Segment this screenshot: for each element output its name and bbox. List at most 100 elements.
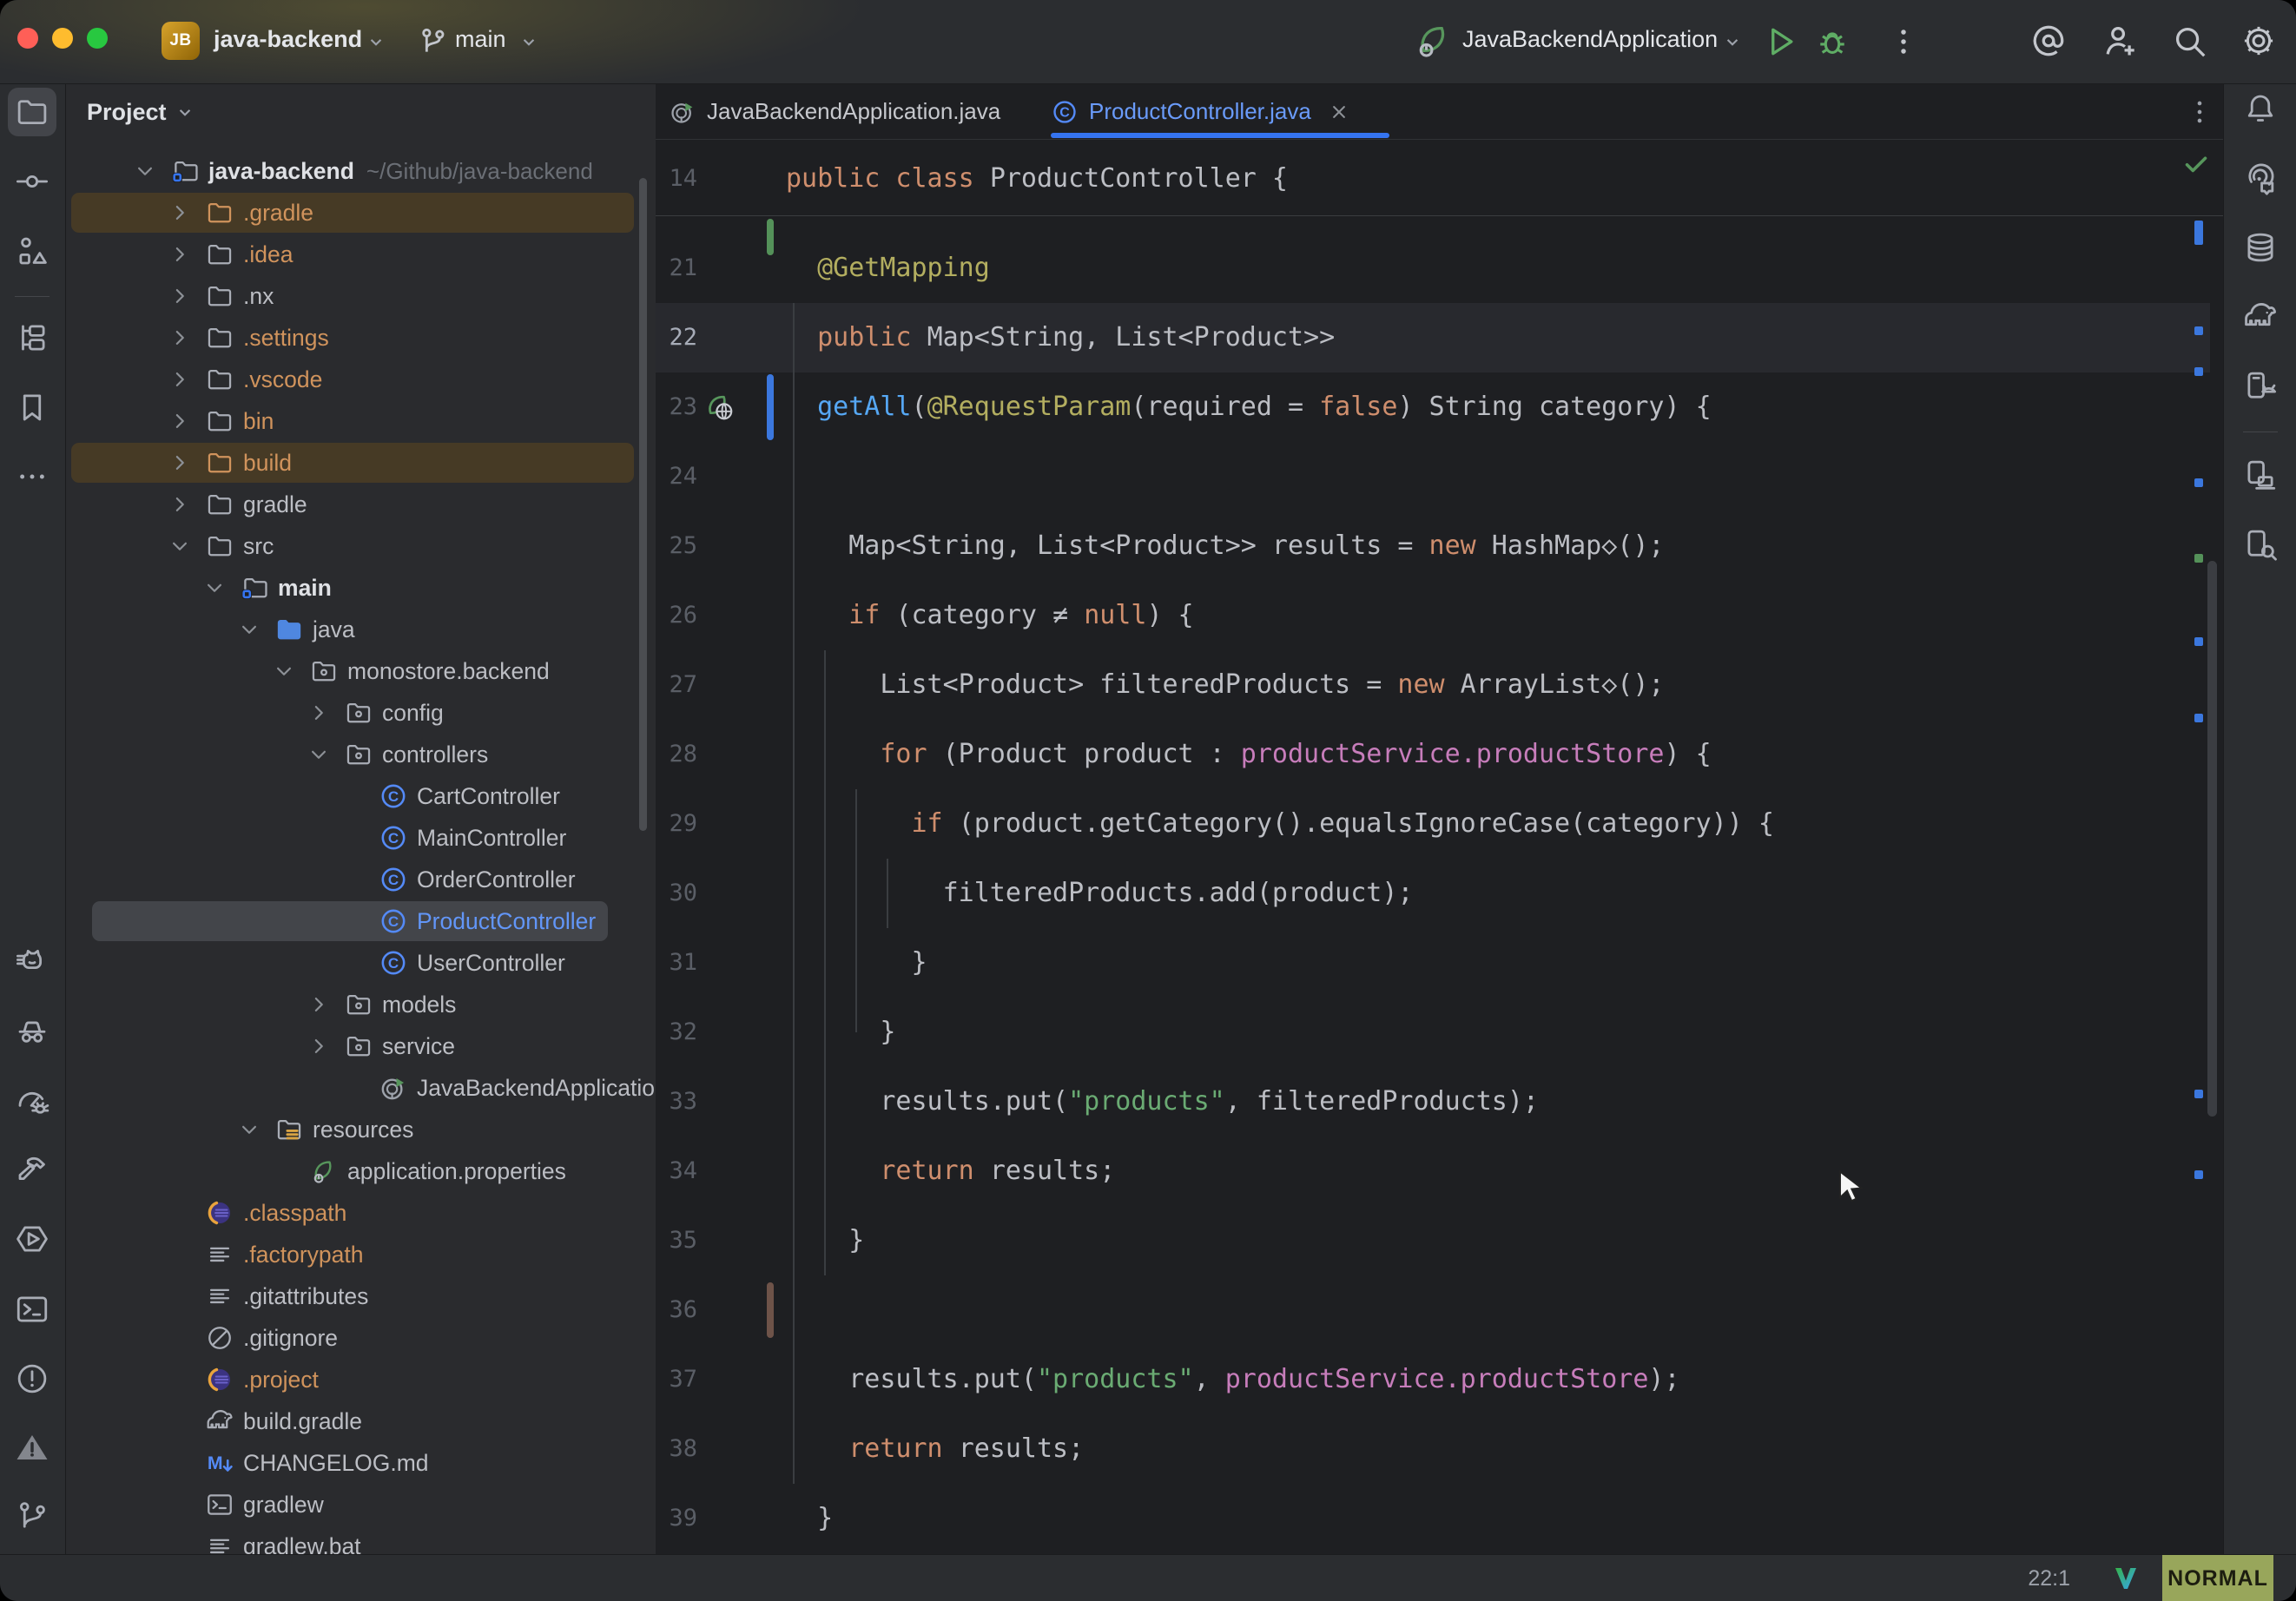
chevron-down-icon[interactable] <box>236 609 262 650</box>
tree-row-.project[interactable]: .project <box>66 1359 656 1400</box>
code-line-30[interactable]: filteredProducts.add(product); <box>786 859 1413 928</box>
tree-row-CHANGELOG.md[interactable]: MCHANGELOG.md <box>66 1442 656 1484</box>
code-line-28[interactable]: for (Product product : productService.pr… <box>786 720 1712 789</box>
line-number-35[interactable]: 35 <box>656 1206 697 1275</box>
tree-row-build.gradle[interactable]: build.gradle <box>66 1400 656 1442</box>
stripe-mark-blue[interactable] <box>2194 221 2203 245</box>
caret-position-widget[interactable]: 22:1 <box>2028 1555 2070 1601</box>
tree-row-gradle[interactable]: gradle <box>66 484 656 525</box>
tool-window-button-device-manager[interactable] <box>2236 362 2285 411</box>
stripe-mark-blue[interactable] <box>2194 714 2203 722</box>
search-icon[interactable] <box>2169 21 2209 61</box>
line-number-23[interactable]: 23 <box>656 372 697 442</box>
tree-row-.nx[interactable]: .nx <box>66 275 656 317</box>
tree-row-ProductController[interactable]: CProductController <box>66 900 656 942</box>
tree-row-.gitignore[interactable]: .gitignore <box>66 1317 656 1359</box>
sticky-line[interactable]: 14public class ProductController { <box>656 142 2223 216</box>
tree-row-controllers[interactable]: controllers <box>66 734 656 775</box>
tree-row-src[interactable]: src <box>66 525 656 567</box>
tool-window-button-version-control[interactable] <box>8 1492 56 1540</box>
code-line-32[interactable]: } <box>786 998 895 1067</box>
tree-row-.vscode[interactable]: .vscode <box>66 359 656 400</box>
stripe-mark-blue[interactable] <box>2194 637 2203 646</box>
stripe-mark-blue[interactable] <box>2194 367 2203 376</box>
tree-row-OrderController[interactable]: COrderController <box>66 859 656 900</box>
stripe-mark-blue[interactable] <box>2194 326 2203 335</box>
line-number-36[interactable]: 36 <box>656 1275 697 1345</box>
tree-row-.classpath[interactable]: .classpath <box>66 1192 656 1234</box>
line-number-34[interactable]: 34 <box>656 1137 697 1206</box>
line-number-31[interactable]: 31 <box>656 928 697 998</box>
tree-row-config[interactable]: config <box>66 692 656 734</box>
tool-window-button-problems[interactable] <box>8 1354 56 1403</box>
tool-window-button-more-tool-windows[interactable] <box>8 452 56 501</box>
ideavim-icon[interactable] <box>2112 1565 2140 1592</box>
tool-window-button-ai-plugin[interactable] <box>8 939 56 987</box>
code-line-29[interactable]: if (product.getCategory().equalsIgnoreCa… <box>786 789 1774 859</box>
settings-gear-icon[interactable] <box>2239 21 2279 61</box>
close-window-button[interactable] <box>17 28 38 49</box>
tool-window-button-ai-assistant[interactable] <box>2236 154 2285 202</box>
line-number-39[interactable]: 39 <box>656 1484 697 1553</box>
code-line-38[interactable]: return results; <box>786 1414 1084 1484</box>
tree-row-models[interactable]: models <box>66 984 656 1025</box>
inspections-ok-check-icon[interactable] <box>2181 148 2212 180</box>
tool-window-button-profiler[interactable] <box>8 1077 56 1126</box>
chevron-down-icon[interactable] <box>271 650 297 692</box>
code-line-21[interactable]: @GetMapping <box>786 234 990 303</box>
code-line-25[interactable]: Map<String, List<Product>> results = new… <box>786 511 1664 581</box>
chevron-down-icon[interactable] <box>236 1109 262 1150</box>
close-tab-icon[interactable] <box>1327 100 1351 124</box>
ai-assistant-icon[interactable] <box>2029 21 2068 61</box>
line-number-33[interactable]: 33 <box>656 1067 697 1137</box>
project-logo[interactable]: JB <box>162 22 200 60</box>
chevron-right-icon[interactable] <box>306 1025 332 1067</box>
line-number-21[interactable]: 21 <box>656 234 697 303</box>
code-line-27[interactable]: List<Product> filteredProducts = new Arr… <box>786 650 1664 720</box>
run-icon[interactable] <box>1761 23 1799 61</box>
project-tree-scrollbar[interactable] <box>639 178 647 831</box>
tree-row-build[interactable]: build <box>66 442 656 484</box>
tool-window-button-terminal[interactable] <box>8 1285 56 1334</box>
chevron-down-icon[interactable] <box>132 150 158 192</box>
code-line-39[interactable]: } <box>786 1484 833 1553</box>
tree-row-UserController[interactable]: CUserController <box>66 942 656 984</box>
tree-row-CartController[interactable]: CCartController <box>66 775 656 817</box>
tool-window-button-project[interactable] <box>8 88 56 136</box>
tree-row-service[interactable]: service <box>66 1025 656 1067</box>
tree-row-JavaBackendApplication[interactable]: JavaBackendApplication <box>66 1067 656 1109</box>
tree-row-java[interactable]: java <box>66 609 656 650</box>
chevron-right-icon[interactable] <box>306 984 332 1025</box>
zoom-window-button[interactable] <box>87 28 108 49</box>
line-number-32[interactable]: 32 <box>656 998 697 1067</box>
line-number-30[interactable]: 30 <box>656 859 697 928</box>
tree-row-gradlew[interactable]: gradlew <box>66 1484 656 1525</box>
request-mapping-icon[interactable] <box>704 392 736 423</box>
chevron-down-icon[interactable] <box>306 734 332 775</box>
add-user-icon[interactable] <box>2100 21 2140 61</box>
tool-window-button-private-mode[interactable] <box>8 1005 56 1054</box>
project-switcher[interactable]: java-backend <box>214 26 362 53</box>
tree-row-MainController[interactable]: CMainController <box>66 817 656 859</box>
tool-window-button-database[interactable] <box>2236 223 2285 272</box>
line-number-29[interactable]: 29 <box>656 789 697 859</box>
chevron-right-icon[interactable] <box>167 442 193 484</box>
line-number-28[interactable]: 28 <box>656 720 697 789</box>
chevron-right-icon[interactable] <box>306 692 332 734</box>
run-configuration-selector[interactable]: JavaBackendApplication <box>1462 26 1718 53</box>
code-line-23[interactable]: getAll(@RequestParam(required = false) S… <box>786 372 1712 442</box>
code-line-35[interactable]: } <box>786 1206 864 1275</box>
debug-icon[interactable] <box>1813 23 1851 61</box>
chevron-right-icon[interactable] <box>167 275 193 317</box>
chevron-right-icon[interactable] <box>167 234 193 275</box>
line-number-25[interactable]: 25 <box>656 511 697 581</box>
code-line-33[interactable]: results.put("products", filteredProducts… <box>786 1067 1539 1137</box>
tree-row-.gradle[interactable]: .gradle <box>66 192 656 234</box>
tool-window-button-services[interactable] <box>8 1215 56 1263</box>
code-line-26[interactable]: if (category ≠ null) { <box>786 581 1194 650</box>
tree-row-.gitattributes[interactable]: .gitattributes <box>66 1275 656 1317</box>
project-panel-header[interactable]: Project <box>87 91 196 133</box>
line-number-27[interactable]: 27 <box>656 650 697 720</box>
tree-row-java-backend[interactable]: java-backend~/Github/java-backend <box>66 150 656 192</box>
line-number-24[interactable]: 24 <box>656 442 697 511</box>
